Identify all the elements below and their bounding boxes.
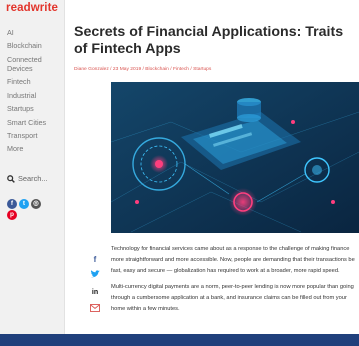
twitter-share-icon[interactable]: [89, 270, 101, 282]
article-paragraph: Multi-currency digital payments are a no…: [111, 284, 354, 312]
byline: Diane Gonzalez / 23 May 2019 / Blockchai…: [74, 67, 211, 72]
sidebar-item-transport[interactable]: Transport: [7, 131, 63, 140]
sidebar-item-ai[interactable]: AI: [7, 28, 63, 37]
sidebar-item-fintech[interactable]: Fintech: [7, 77, 63, 86]
category-link-fintech[interactable]: Fintech: [173, 67, 189, 72]
sidebar-item-more[interactable]: More: [7, 144, 63, 153]
sidebar-nav: AI Blockchain Connected Devices Fintech …: [7, 28, 63, 158]
pinterest-icon[interactable]: p: [7, 210, 17, 220]
facebook-icon[interactable]: f: [7, 199, 17, 209]
article-date: 23 May 2019: [112, 67, 142, 72]
instagram-icon[interactable]: ◎: [31, 199, 41, 209]
hero-illustration: [111, 82, 359, 233]
search-label: Search...: [18, 174, 48, 183]
twitter-icon[interactable]: t: [19, 199, 29, 209]
sidebar-item-startups[interactable]: Startups: [7, 104, 63, 113]
sidebar-item-blockchain[interactable]: Blockchain: [7, 41, 63, 50]
article-body: Technology for financial services came a…: [111, 244, 357, 321]
site-logo[interactable]: readwrite: [6, 2, 58, 14]
chip-circle-icon: [229, 188, 257, 216]
search-icon: [7, 174, 15, 183]
author-link[interactable]: Diane Gonzalez: [74, 67, 109, 72]
linkedin-share-icon[interactable]: in: [89, 287, 101, 299]
facebook-share-icon[interactable]: f: [89, 254, 101, 266]
email-share-icon[interactable]: [89, 304, 101, 316]
search-button[interactable]: Search...: [7, 174, 48, 183]
database-icon: [237, 98, 261, 122]
article-paragraph: Technology for financial services came a…: [111, 246, 355, 274]
browser-page: readwrite AI Blockchain Connected Device…: [0, 0, 359, 334]
category-link-startups[interactable]: Startups: [193, 67, 211, 72]
category-link-blockchain[interactable]: Blockchain: [145, 67, 169, 72]
sidebar: readwrite AI Blockchain Connected Device…: [0, 0, 65, 334]
sidebar-item-connected-devices[interactable]: Connected Devices: [7, 55, 63, 73]
article-title: Secrets of Financial Applications: Trait…: [74, 24, 344, 57]
sidebar-item-smart-cities[interactable]: Smart Cities: [7, 118, 63, 127]
desktop-background: readwrite AI Blockchain Connected Device…: [0, 0, 359, 346]
sidebar-item-industrial[interactable]: Industrial: [7, 91, 63, 100]
